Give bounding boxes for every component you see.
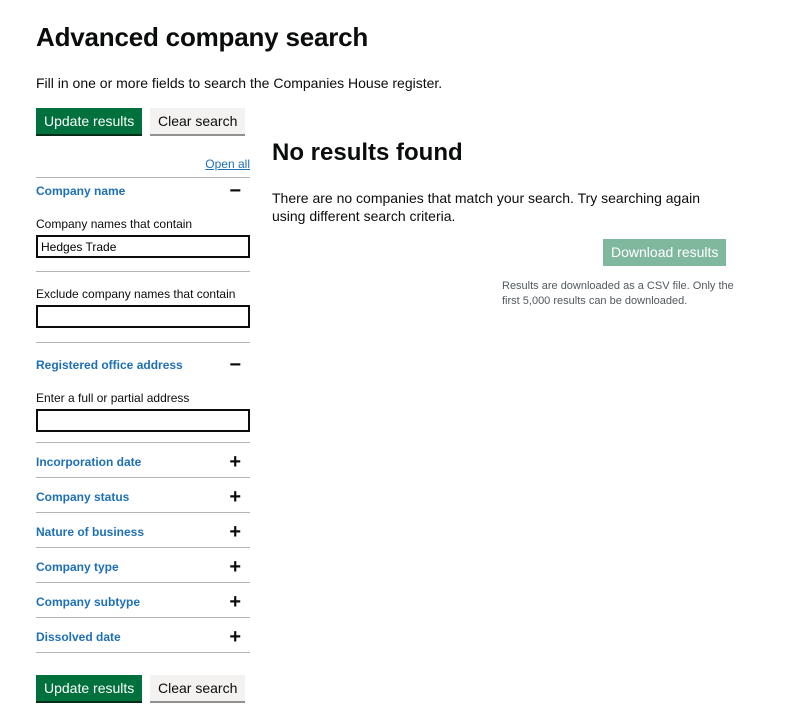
no-results-message: There are no companies that match your s… — [272, 190, 700, 224]
divider — [36, 477, 250, 478]
company-subtype-section-toggle[interactable]: Company subtype + — [36, 591, 250, 613]
intro-text: Fill in one or more fields to search the… — [36, 75, 443, 91]
update-results-button-top[interactable]: Update results — [36, 108, 143, 134]
divider — [36, 582, 250, 583]
plus-icon[interactable]: + — [229, 451, 241, 473]
company-name-contains-input[interactable] — [36, 235, 250, 258]
section-heading: Company name — [36, 184, 126, 198]
plus-icon[interactable]: + — [229, 521, 241, 543]
plus-icon[interactable]: + — [229, 626, 241, 648]
divider — [36, 617, 250, 618]
section-heading: Dissolved date — [36, 630, 121, 644]
section-heading: Company status — [36, 490, 130, 504]
download-note: Results are downloaded as a CSV file. On… — [502, 280, 734, 307]
plus-icon[interactable]: + — [229, 556, 241, 578]
divider — [36, 442, 250, 443]
minus-icon[interactable]: − — [229, 354, 241, 376]
address-label: Enter a full or partial address — [36, 391, 190, 405]
clear-search-button-top[interactable]: Clear search — [150, 108, 246, 134]
section-heading: Incorporation date — [36, 455, 142, 469]
divider — [36, 271, 250, 272]
dissolved-date-section-toggle[interactable]: Dissolved date + — [36, 626, 250, 648]
plus-icon[interactable]: + — [229, 591, 241, 613]
divider — [36, 512, 250, 513]
section-heading: Company type — [36, 560, 119, 574]
section-heading: Registered office address — [36, 358, 183, 372]
open-all-link[interactable]: Open all — [205, 157, 250, 171]
divider — [36, 652, 250, 653]
no-results-heading: No results found — [272, 139, 463, 166]
company-type-section-toggle[interactable]: Company type + — [36, 556, 250, 578]
plus-icon[interactable]: + — [229, 486, 241, 508]
divider — [36, 547, 250, 548]
address-input[interactable] — [36, 409, 250, 432]
section-heading: Nature of business — [36, 525, 145, 539]
minus-icon[interactable]: − — [229, 180, 241, 202]
update-results-button-bottom[interactable]: Update results — [36, 675, 143, 701]
divider — [36, 342, 250, 343]
divider — [36, 177, 250, 178]
incorporation-date-section-toggle[interactable]: Incorporation date + — [36, 451, 250, 473]
page-title: Advanced company search — [36, 22, 369, 52]
nature-of-business-section-toggle[interactable]: Nature of business + — [36, 521, 250, 543]
company-name-contains-label: Company names that contain — [36, 217, 193, 231]
section-heading: Company subtype — [36, 595, 141, 609]
registered-office-section-toggle[interactable]: Registered office address − — [36, 354, 250, 376]
exclude-company-name-input[interactable] — [36, 305, 250, 328]
download-results-button: Download results — [603, 239, 727, 266]
company-name-section-toggle[interactable]: Company name − — [36, 180, 250, 202]
clear-search-button-bottom[interactable]: Clear search — [150, 675, 246, 701]
exclude-company-name-label: Exclude company names that contain — [36, 287, 236, 301]
company-status-section-toggle[interactable]: Company status + — [36, 486, 250, 508]
